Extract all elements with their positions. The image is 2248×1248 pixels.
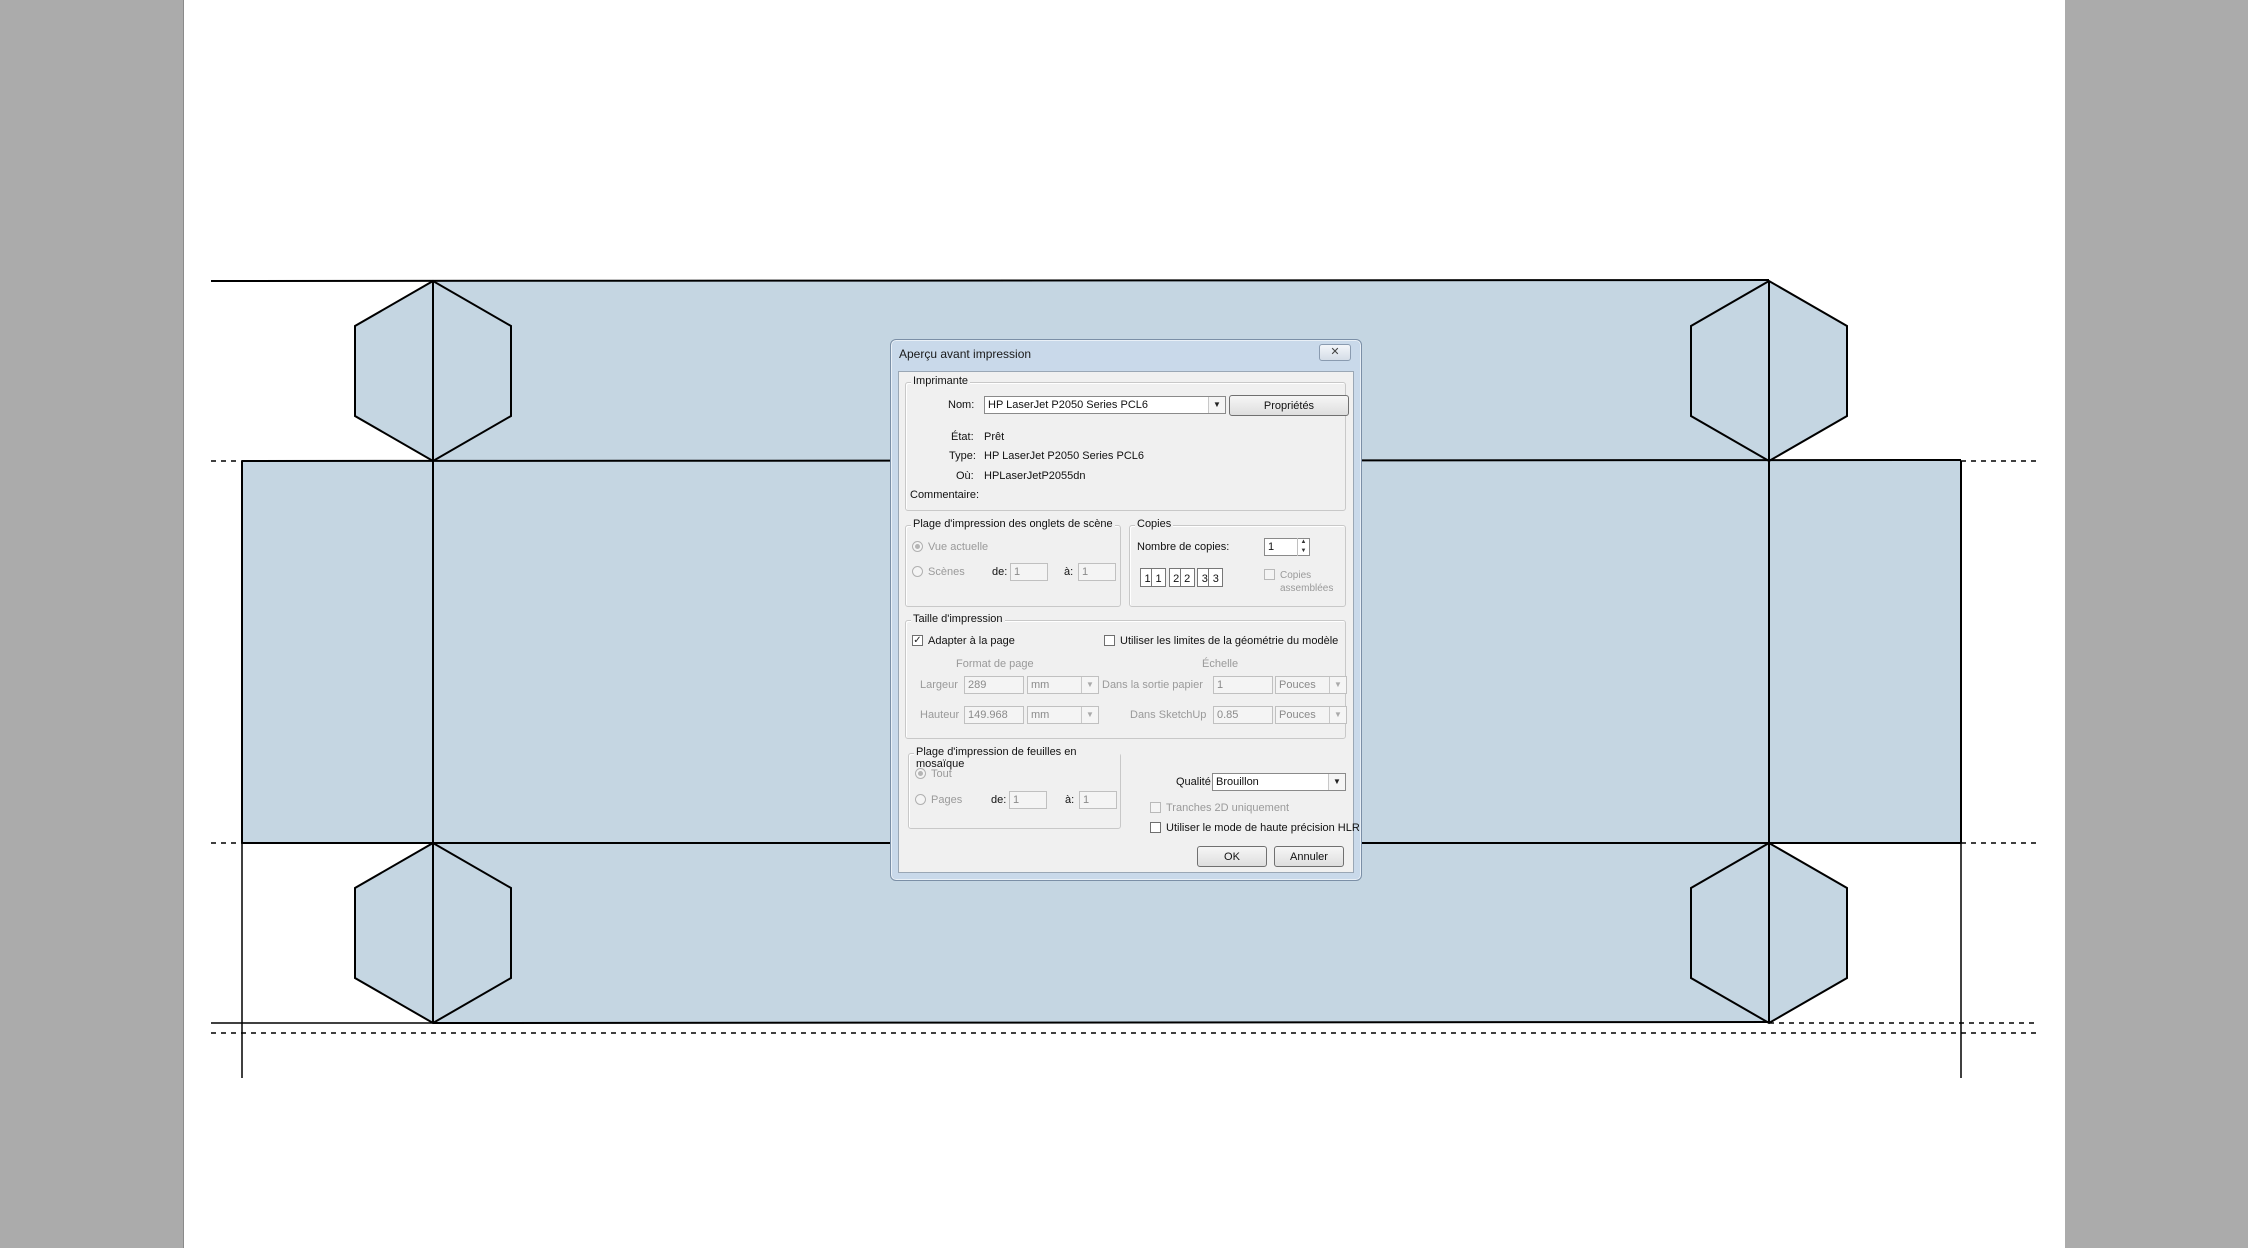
tile-to-label: à: — [1065, 794, 1075, 806]
scene-to-input[interactable]: 1 — [1078, 563, 1116, 581]
copies-label: Copies — [1135, 518, 1174, 530]
copies-count-label: Nombre de copies: — [1137, 541, 1230, 553]
sketchup-unit-value: Pouces — [1279, 709, 1316, 721]
chevron-down-icon: ▼ — [1328, 774, 1345, 790]
use-limits-checkbox[interactable] — [1104, 635, 1115, 646]
slices-2d-checkbox[interactable] — [1150, 802, 1161, 813]
comment-label: Commentaire: — [910, 489, 980, 501]
scene-from-input[interactable]: 1 — [1010, 563, 1048, 581]
type-label: Type: — [949, 450, 976, 462]
tile-range-group: Plage d'impression de feuilles en mosaïq… — [908, 746, 1121, 829]
close-button[interactable]: ✕ — [1319, 344, 1351, 361]
width-input[interactable]: 289 — [964, 676, 1024, 694]
dialog-title-bar[interactable]: Aperçu avant impression ✕ — [891, 340, 1361, 368]
copies-count-input[interactable]: 1 ▲ ▼ — [1264, 538, 1310, 556]
fit-page-checkbox[interactable]: ✓ — [912, 635, 923, 646]
collate-label-2: assemblées — [1280, 583, 1334, 594]
tile-to-input[interactable]: 1 — [1079, 791, 1117, 809]
printer-group-label: Imprimante — [911, 375, 971, 387]
quality-label: Qualité — [1176, 776, 1211, 788]
collate-label-1: Copies — [1280, 570, 1312, 581]
tile-from-label: de: — [991, 794, 1007, 806]
chevron-down-icon: ▼ — [1081, 677, 1098, 693]
paper-out-unit-value: Pouces — [1279, 679, 1316, 691]
dialog-body: Imprimante Nom: HP LaserJet P2050 Series… — [898, 371, 1360, 873]
quality-select[interactable]: Brouillon ▼ — [1212, 773, 1346, 791]
tile-pages-radio[interactable] — [915, 794, 926, 805]
cancel-button[interactable]: Annuler — [1274, 846, 1344, 867]
tile-from-input[interactable]: 1 — [1009, 791, 1047, 809]
current-view-label: Vue actuelle — [928, 541, 989, 553]
tile-all-radio[interactable] — [915, 768, 926, 779]
width-unit-select[interactable]: mm ▼ — [1027, 676, 1099, 694]
scene-range-group: Plage d'impression des onglets de scène … — [905, 518, 1121, 607]
paper-out-unit-select[interactable]: Pouces ▼ — [1275, 676, 1347, 694]
hlr-mode-checkbox[interactable] — [1150, 822, 1161, 833]
use-limits-label: Utiliser les limites de la géométrie du … — [1120, 635, 1339, 647]
scenes-label: Scènes — [928, 566, 965, 578]
paper-out-input[interactable]: 1 — [1213, 676, 1273, 694]
print-size-group: Taille d'impression ✓ Adapter à la page … — [905, 613, 1347, 739]
status-value: Prêt — [984, 431, 1005, 443]
scene-from-label: de: — [992, 566, 1008, 578]
printer-name-value: HP LaserJet P2050 Series PCL6 — [988, 399, 1148, 411]
printer-group: Imprimante Nom: HP LaserJet P2050 Series… — [905, 375, 1349, 511]
dialog-title: Aperçu avant impression — [899, 347, 1032, 361]
collate-pages-icon: 11 22 33 — [1140, 568, 1224, 587]
print-size-label: Taille d'impression — [911, 613, 1005, 625]
scene-to-label: à: — [1064, 566, 1074, 578]
height-unit-value: mm — [1031, 709, 1050, 721]
printer-name-label: Nom: — [948, 399, 975, 411]
ok-button[interactable]: OK — [1197, 846, 1267, 867]
slices-2d-label: Tranches 2D uniquement — [1166, 802, 1290, 814]
tile-all-label: Tout — [931, 768, 952, 780]
tile-pages-label: Pages — [931, 794, 963, 806]
fit-page-label: Adapter à la page — [928, 635, 1015, 647]
height-label: Hauteur — [920, 709, 960, 721]
sketchup-input[interactable]: 0.85 — [1213, 706, 1273, 724]
page-format-header: Format de page — [956, 658, 1034, 670]
width-label: Largeur — [920, 679, 958, 691]
chevron-down-icon: ▼ — [1329, 677, 1346, 693]
scene-range-label: Plage d'impression des onglets de scène — [911, 518, 1115, 530]
status-label: État: — [951, 431, 974, 443]
copies-group: Copies Nombre de copies: 1 ▲ ▼ 11 22 33 C… — [1129, 518, 1346, 607]
copies-count-value: 1 — [1268, 541, 1275, 553]
height-unit-select[interactable]: mm ▼ — [1027, 706, 1099, 724]
printer-name-select[interactable]: HP LaserJet P2050 Series PCL6 ▼ — [984, 396, 1226, 414]
where-label: Où: — [956, 470, 974, 482]
type-value: HP LaserJet P2050 Series PCL6 — [984, 450, 1144, 462]
width-unit-value: mm — [1031, 679, 1050, 691]
sketchup-unit-select[interactable]: Pouces ▼ — [1275, 706, 1347, 724]
scale-header: Échelle — [1202, 658, 1239, 670]
quality-value: Brouillon — [1216, 776, 1259, 788]
print-preview-dialog: Aperçu avant impression ✕ Imprimante Nom… — [890, 339, 1362, 881]
spinner-arrows-icon[interactable]: ▲ ▼ — [1297, 538, 1309, 556]
tile-range-label: Plage d'impression de feuilles en mosaïq… — [914, 746, 1120, 770]
scenes-radio[interactable] — [912, 566, 923, 577]
properties-button[interactable]: Propriétés — [1229, 395, 1349, 416]
where-value: HPLaserJetP2055dn — [984, 470, 1086, 482]
current-view-radio[interactable] — [912, 541, 923, 552]
hlr-mode-label: Utiliser le mode de haute précision HLR — [1166, 822, 1360, 834]
height-input[interactable]: 149.968 — [964, 706, 1024, 724]
paper-out-label: Dans la sortie papier — [1102, 679, 1203, 691]
sketchup-label: Dans SketchUp — [1130, 709, 1207, 721]
chevron-down-icon: ▼ — [1081, 707, 1098, 723]
collate-checkbox[interactable] — [1264, 569, 1275, 580]
chevron-down-icon: ▼ — [1208, 397, 1225, 413]
chevron-down-icon: ▼ — [1329, 707, 1346, 723]
